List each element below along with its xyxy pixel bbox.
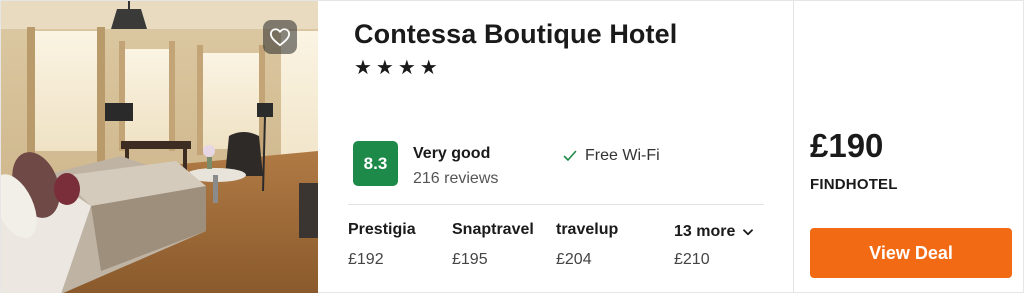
rating-score-badge[interactable]: 8.3: [353, 141, 398, 186]
more-providers-toggle[interactable]: 13 more: [674, 223, 754, 241]
check-icon: [563, 150, 577, 161]
provider-offer[interactable]: travelup £204: [556, 221, 618, 269]
star-rating: ★★★★: [354, 57, 442, 79]
deal-price: £190: [810, 127, 884, 164]
amenity-label: Free Wi-Fi: [585, 147, 660, 164]
deal-provider: FINDHOTEL: [810, 176, 898, 193]
amenity-wifi: Free Wi-Fi: [563, 147, 660, 165]
provider-name: Prestigia: [348, 221, 416, 238]
provider-price: £204: [556, 251, 592, 268]
provider-name: travelup: [556, 221, 619, 238]
more-providers[interactable]: 13 more £210: [674, 223, 754, 269]
rating-label: Very good: [413, 145, 491, 162]
provider-price: £195: [452, 251, 488, 268]
hotel-card[interactable]: Contessa Boutique Hotel ★★★★ 8.3 Very go…: [0, 0, 1024, 293]
provider-offer[interactable]: Prestigia £192: [348, 221, 416, 269]
hotel-name[interactable]: Contessa Boutique Hotel: [354, 19, 677, 50]
chevron-down-icon: [743, 228, 754, 235]
provider-offer[interactable]: Snaptravel £195: [452, 221, 534, 269]
section-divider: [348, 204, 764, 205]
hotel-photo[interactable]: [1, 1, 318, 293]
column-divider: [793, 1, 794, 293]
view-deal-button[interactable]: View Deal: [810, 228, 1012, 278]
favorite-button[interactable]: [263, 20, 297, 54]
review-count[interactable]: 216 reviews: [413, 170, 498, 188]
more-providers-price: £210: [674, 251, 710, 268]
provider-name: Snaptravel: [452, 221, 534, 238]
more-providers-label: 13 more: [674, 223, 736, 240]
provider-price: £192: [348, 251, 384, 268]
heart-icon: [269, 28, 290, 47]
